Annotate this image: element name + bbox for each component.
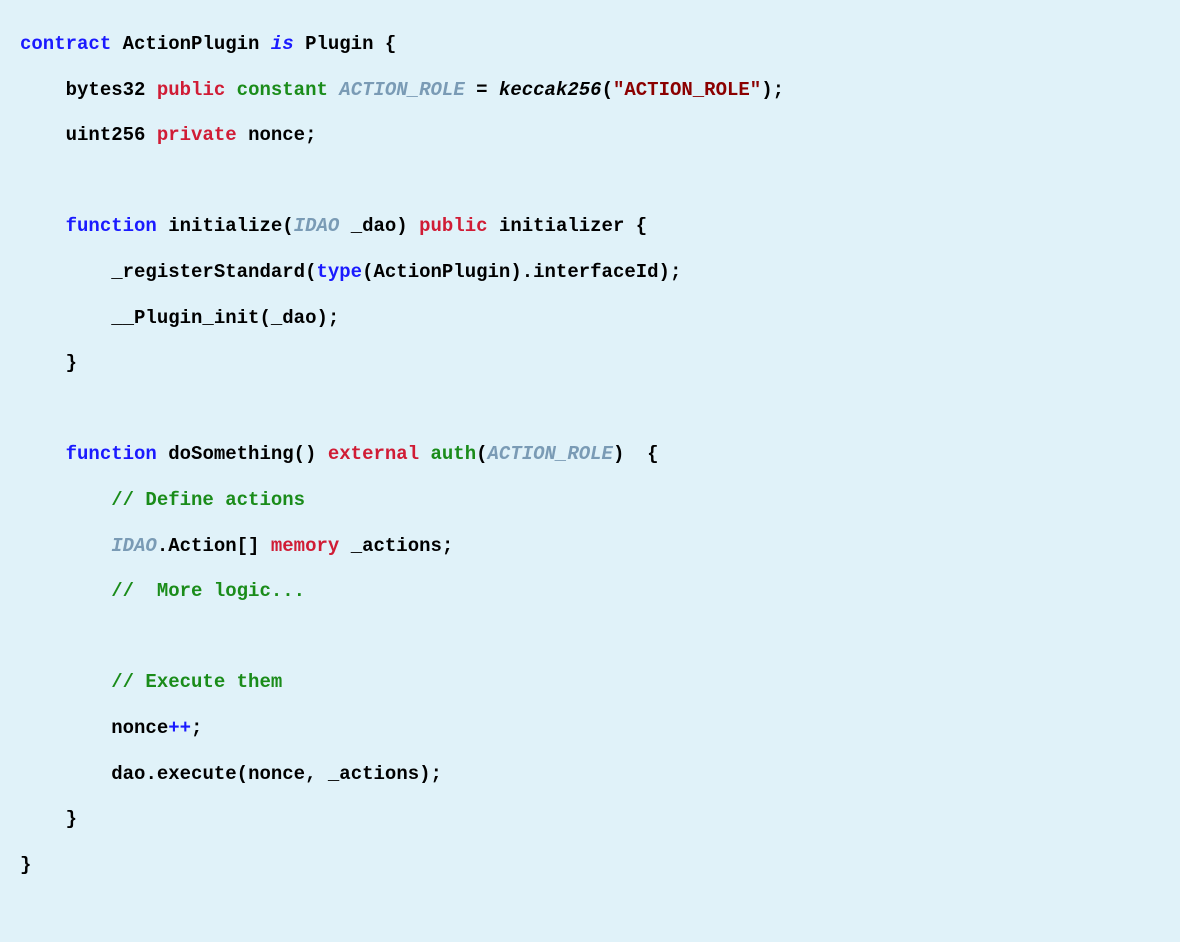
dot: . (157, 535, 168, 557)
type-name: ActionPlugin (373, 261, 510, 283)
lparen: ( (237, 763, 248, 785)
semicolon: ; (191, 717, 202, 739)
modifier-auth: auth (431, 443, 477, 465)
semicolon: ; (431, 763, 442, 785)
brace-open: { (636, 215, 647, 237)
modifier-initializer: initializer (499, 215, 624, 237)
keyword-contract: contract (20, 33, 111, 55)
type-idao: IDAO (111, 535, 157, 557)
lparen: ( (305, 261, 316, 283)
fn-name-initialize: initialize (168, 215, 282, 237)
brace-open: { (385, 33, 396, 55)
semicolon: ; (305, 124, 316, 146)
contract-name: ActionPlugin (123, 33, 260, 55)
semicolon: ; (773, 79, 784, 101)
rparen: ) (613, 443, 624, 465)
arg-nonce: nonce (248, 763, 305, 785)
op-increment: ++ (168, 717, 191, 739)
semicolon: ; (670, 261, 681, 283)
brace-open: { (647, 443, 658, 465)
brace-close: } (66, 808, 77, 830)
fn-name-dosomething: doSomething (168, 443, 293, 465)
lparen: ( (602, 79, 613, 101)
type-uint256: uint256 (66, 124, 146, 146)
equals: = (476, 79, 487, 101)
rparen: ) (419, 763, 430, 785)
lparen2: ( (362, 261, 373, 283)
semicolon: ; (442, 535, 453, 557)
var-nonce: nonce (111, 717, 168, 739)
code-block: contract ActionPlugin is Plugin { bytes3… (20, 22, 1160, 888)
parent-name: Plugin (305, 33, 373, 55)
lparen: ( (282, 215, 293, 237)
lparen: ( (476, 443, 487, 465)
var-actions: _actions (351, 535, 442, 557)
keyword-is: is (271, 33, 294, 55)
brackets: [] (237, 535, 260, 557)
string-literal: "ACTION_ROLE" (613, 79, 761, 101)
rparen: ) (396, 215, 407, 237)
prop-interfaceid: interfaceId (533, 261, 658, 283)
fn-register: _registerStandard (111, 261, 305, 283)
fn-execute: execute (157, 763, 237, 785)
dot: . (522, 261, 533, 283)
storage-memory: memory (271, 535, 339, 557)
visibility-public: public (157, 79, 225, 101)
const-action-role: ACTION_ROLE (488, 443, 613, 465)
parens: () (294, 443, 317, 465)
fn-plugin-init: __Plugin_init (111, 307, 259, 329)
comment-more: // More logic... (111, 580, 305, 602)
brace-close: } (20, 854, 31, 876)
comma: , (305, 763, 316, 785)
param-type-idao: IDAO (294, 215, 340, 237)
type-bytes32: bytes32 (66, 79, 146, 101)
visibility-external: external (328, 443, 419, 465)
keyword-type: type (316, 261, 362, 283)
rparen: ) (316, 307, 327, 329)
fn-keccak: keccak256 (499, 79, 602, 101)
lparen: ( (259, 307, 270, 329)
comment-execute: // Execute them (111, 671, 282, 693)
param-name-dao: _dao (351, 215, 397, 237)
keyword-function: function (66, 443, 157, 465)
obj-dao: dao (111, 763, 145, 785)
comment-define: // Define actions (111, 489, 305, 511)
subtype-action: Action (168, 535, 236, 557)
dot: . (145, 763, 156, 785)
var-nonce: nonce (248, 124, 305, 146)
modifier-constant: constant (237, 79, 328, 101)
constant-name: ACTION_ROLE (339, 79, 464, 101)
rparen: ) (761, 79, 772, 101)
rparen2: ) (510, 261, 521, 283)
arg-actions: _actions (328, 763, 419, 785)
visibility-public: public (419, 215, 487, 237)
semicolon: ; (328, 307, 339, 329)
visibility-private: private (157, 124, 237, 146)
brace-close: } (66, 352, 77, 374)
rparen: ) (659, 261, 670, 283)
keyword-function: function (66, 215, 157, 237)
arg-dao: _dao (271, 307, 317, 329)
